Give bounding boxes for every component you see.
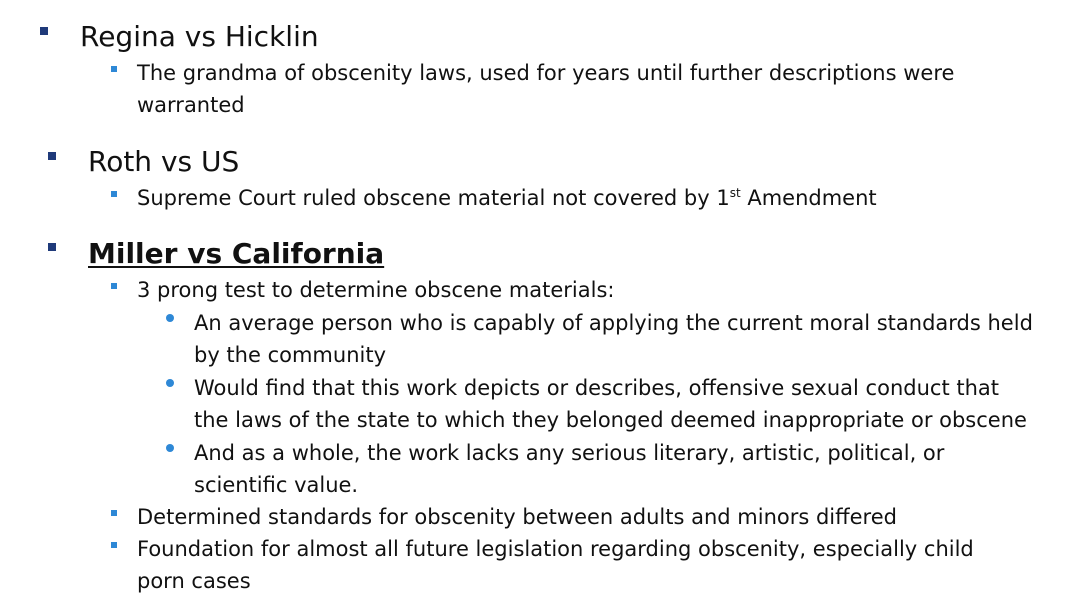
point-miller-1: 3 prong test to determine obscene materi… xyxy=(137,278,615,302)
subpoint-dot-miller-3 xyxy=(166,444,174,452)
point-regina-1: The grandma of obscenity laws, used for … xyxy=(137,61,955,117)
point-bullet-regina-1 xyxy=(111,66,117,72)
point-roth-1: Supreme Court ruled obscene material not… xyxy=(137,182,997,214)
heading-miller-vs-california: Miller vs California xyxy=(88,237,385,270)
point-bullet-roth-1 xyxy=(111,191,117,197)
point-roth-1-superscript: st xyxy=(729,186,741,200)
point-bullet-miller-1 xyxy=(111,283,117,289)
point-bullet-miller-3 xyxy=(111,542,117,548)
slide: Regina vs Hicklin The grandma of obsceni… xyxy=(0,0,1070,600)
heading-bullet-regina xyxy=(40,27,48,35)
heading-bullet-roth xyxy=(48,152,56,160)
subpoint-miller-2: Would find that this work depicts or des… xyxy=(194,376,1027,432)
subpoint-miller-3: And as a whole, the work lacks any serio… xyxy=(194,441,945,497)
heading-roth-vs-us: Roth vs US xyxy=(88,145,240,178)
point-miller-2: Determined standards for obscenity betwe… xyxy=(137,505,897,529)
subpoint-miller-1: An average person who is capably of appl… xyxy=(194,311,1033,367)
point-miller-3: Foundation for almost all future legisla… xyxy=(137,537,974,593)
subpoint-dot-miller-2 xyxy=(166,379,174,387)
point-bullet-miller-2 xyxy=(111,510,117,516)
point-roth-1-text-end: Amendment xyxy=(740,186,877,210)
subpoint-dot-miller-1 xyxy=(166,314,174,322)
heading-bullet-miller xyxy=(48,243,56,251)
point-roth-1-text: Supreme Court ruled obscene material not… xyxy=(137,186,730,210)
heading-regina-vs-hicklin: Regina vs Hicklin xyxy=(80,20,319,53)
